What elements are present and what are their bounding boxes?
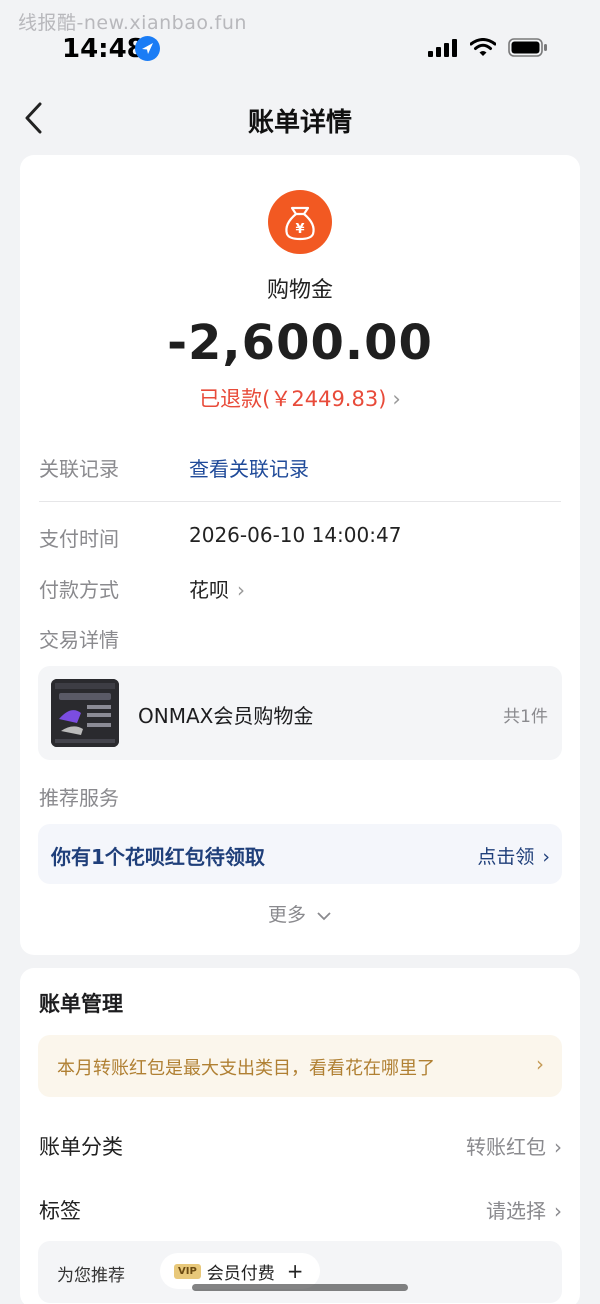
related-records-label: 关联记录 <box>39 457 119 481</box>
more-label: 更多 <box>267 904 306 926</box>
product-count: 共1件 <box>503 707 548 727</box>
divider <box>39 501 561 502</box>
bill-category-label: 账单分类 <box>39 1135 123 1159</box>
pay-time-label: 支付时间 <box>39 527 119 551</box>
chip-label: 会员付费 <box>206 1263 275 1284</box>
merchant-name: 购物金 <box>266 278 333 303</box>
refund-link[interactable]: 已退款(￥2449.83) › <box>20 383 580 413</box>
svg-text:¥: ¥ <box>295 222 304 237</box>
trade-detail-label: 交易详情 <box>39 628 119 652</box>
navigation-bar: 账单详情 <box>0 88 600 148</box>
refund-text: 已退款(￥2449.83) <box>199 387 387 411</box>
pay-time-value: 2026-06-10 14:00:47 <box>189 523 402 547</box>
vip-badge: VIP <box>174 1263 201 1279</box>
claim-button[interactable]: 点击领 › <box>477 842 550 869</box>
wifi-icon <box>470 38 496 56</box>
tag-placeholder: 请选择 <box>486 1199 546 1223</box>
plus-icon: + <box>286 1259 304 1283</box>
status-bar: 14:48 <box>0 0 600 80</box>
recommend-label: 为您推荐 <box>57 1266 125 1286</box>
chevron-down-icon <box>317 911 331 920</box>
bill-detail-card: ¥ 购物金 -2,600.00 已退款(￥2449.83) › 关联记录 查看关联… <box>20 155 580 955</box>
claim-label: 点击领 <box>477 846 535 868</box>
page-title: 账单详情 <box>247 108 352 138</box>
location-arrow-icon <box>135 36 160 61</box>
chevron-right-icon: › <box>554 1135 562 1159</box>
pay-method-label: 付款方式 <box>39 578 119 602</box>
huabei-red-packet-banner[interactable]: 你有1个花呗红包待领取 点击领 › <box>38 824 562 884</box>
status-icons <box>428 38 548 57</box>
product-name: ONMAX会员购物金 <box>138 704 314 728</box>
recommend-tags-box: 为您推荐 VIP 会员付费 + <box>38 1241 562 1303</box>
section-title: 账单管理 <box>39 992 123 1016</box>
chevron-right-icon: › <box>392 387 401 411</box>
recommend-services-label: 推荐服务 <box>39 786 119 810</box>
bill-category-value: 转账红包 <box>466 1135 546 1159</box>
chevron-right-icon: › <box>542 846 550 868</box>
battery-icon <box>508 38 547 57</box>
promo-text: 你有1个花呗红包待领取 <box>51 845 265 869</box>
tag-select[interactable]: 请选择 › <box>486 1195 562 1224</box>
bill-amount: -2,600.00 <box>167 315 433 371</box>
tag-label: 标签 <box>39 1199 81 1223</box>
cellular-signal-icon <box>428 38 457 57</box>
status-time: 14:48 <box>62 34 145 64</box>
chevron-right-icon: › <box>237 578 245 602</box>
bill-management-card: 账单管理 本月转账红包是最大支出类目，看看花在哪里了 › 账单分类 转账红包 › … <box>20 968 580 1304</box>
chevron-right-icon: › <box>536 1052 544 1076</box>
more-button[interactable]: 更多 <box>20 900 580 927</box>
pay-method-value: 花呗 <box>189 578 229 602</box>
pay-method-link[interactable]: 花呗 › <box>189 574 245 603</box>
product-item[interactable]: ONMAX会员购物金 共1件 <box>38 666 562 760</box>
chevron-right-icon: › <box>554 1199 562 1223</box>
money-bag-icon: ¥ <box>268 190 332 254</box>
view-related-records-link[interactable]: 查看关联记录 <box>189 453 309 482</box>
home-indicator <box>192 1284 408 1291</box>
bill-category-select[interactable]: 转账红包 › <box>466 1131 562 1160</box>
tip-text: 本月转账红包是最大支出类目，看看花在哪里了 <box>57 1058 435 1079</box>
product-thumbnail <box>51 679 119 747</box>
spending-tip-banner[interactable]: 本月转账红包是最大支出类目，看看花在哪里了 › <box>38 1035 562 1097</box>
